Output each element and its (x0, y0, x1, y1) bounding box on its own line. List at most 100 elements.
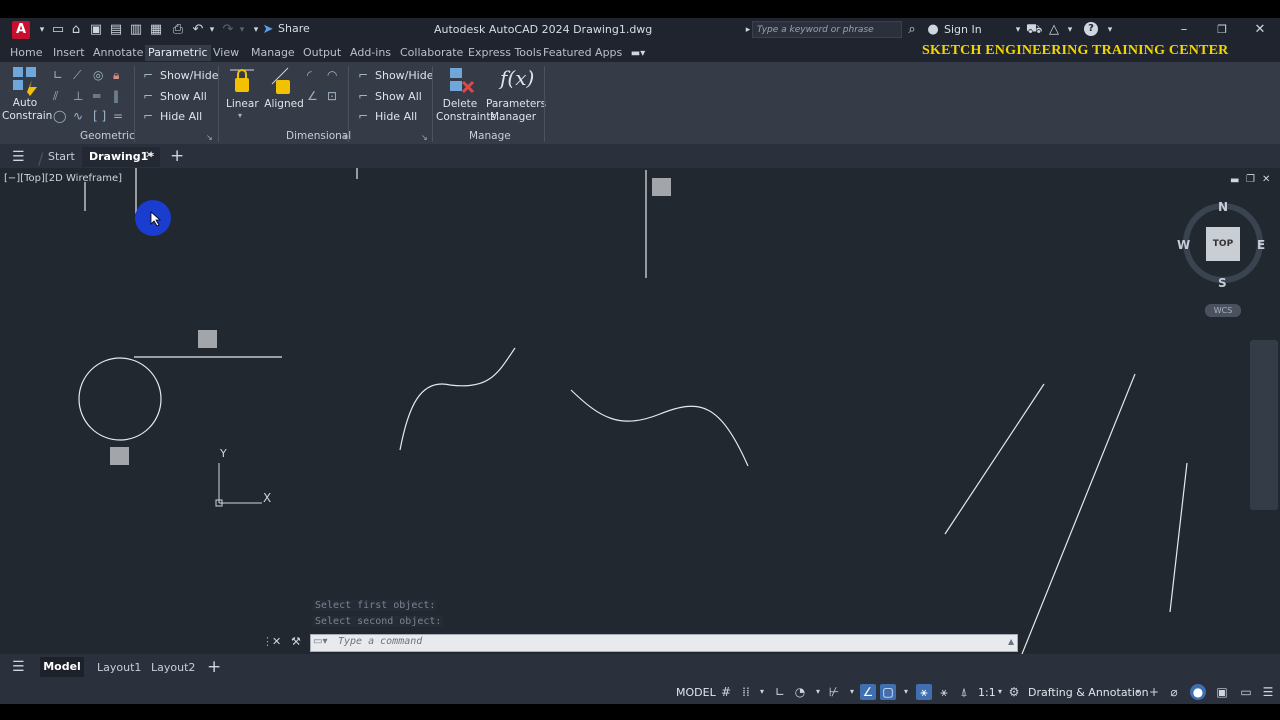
open-file-icon[interactable]: ⌂ (68, 22, 84, 38)
annotation-visibility-icon[interactable]: ⚹ (916, 684, 932, 700)
new-file-icon[interactable]: ▭ (50, 22, 66, 38)
diameter-dim-icon[interactable]: ◠ (327, 69, 337, 81)
search-icon[interactable]: ⌕ (904, 22, 920, 38)
new-tab-icon[interactable]: + (170, 146, 184, 166)
isodraft-icon[interactable]: ⊬ (826, 684, 842, 700)
geometric-settings-icon[interactable]: ↘ (206, 132, 213, 144)
aligned-button[interactable]: Aligned (264, 98, 304, 110)
convert-dim-icon[interactable]: ⊡ (327, 90, 337, 102)
publish-icon[interactable]: ▦ (148, 22, 164, 38)
compass-east[interactable]: E (1257, 238, 1265, 252)
geom-hide-all-button[interactable]: Hide All (160, 110, 202, 123)
undo-dropdown-icon[interactable]: ▾ (204, 22, 220, 38)
tangent-icon[interactable]: ◯ (53, 110, 66, 122)
annotation-scale-icon[interactable]: ⍋ (956, 684, 972, 700)
dimensional-settings-icon[interactable]: ↘ (421, 132, 428, 144)
minimize-icon[interactable]: – (1176, 22, 1192, 38)
snap-dropdown-icon[interactable]: ▾ (754, 684, 770, 700)
tab-insert[interactable]: Insert (50, 45, 88, 61)
navigation-bar[interactable] (1250, 340, 1278, 510)
parameters-manager-button[interactable]: Parameters Manager (486, 98, 546, 124)
geom-show-hide-button[interactable]: Show/Hide (160, 69, 218, 82)
grid-icon[interactable]: # (718, 684, 734, 700)
isodraft-dropdown-icon[interactable]: ▾ (844, 684, 860, 700)
linear-button[interactable]: Linear (226, 98, 259, 110)
help-icon[interactable]: ? (1084, 22, 1098, 36)
workspace-gear-icon[interactable]: ⚙ (1006, 684, 1022, 700)
hardware-acceleration-icon[interactable]: ▣ (1214, 684, 1230, 700)
cart-icon[interactable]: ⛟ (1026, 22, 1042, 38)
object-snap-tracking-icon[interactable]: ∠ (860, 684, 876, 700)
compass-west[interactable]: W (1177, 238, 1190, 252)
fix-icon[interactable]: 🔒︎ (113, 69, 119, 81)
tab-add-ins[interactable]: Add-ins (347, 45, 394, 61)
tab-annotate[interactable]: Annotate (90, 45, 146, 61)
plot-preview-icon[interactable]: ▥ (128, 22, 144, 38)
new-layout-icon[interactable]: + (207, 657, 221, 677)
tab-featured-apps[interactable]: Featured Apps (540, 45, 625, 61)
layout-menu-icon[interactable]: ☰ (12, 659, 25, 675)
close-icon[interactable]: ✕ (1252, 22, 1268, 38)
layout-tab-model[interactable]: Model (40, 657, 84, 677)
dimensional-panel-title[interactable]: Dimensional (286, 130, 351, 142)
help-search-input[interactable]: Type a keyword or phrase (752, 21, 902, 38)
ribbon-display-toggle-icon[interactable]: ▬▾ (630, 46, 646, 62)
command-history-toggle-icon[interactable]: ▲ (1008, 637, 1014, 646)
tab-output[interactable]: Output (300, 45, 344, 61)
annotation-monitor-icon[interactable]: + (1146, 684, 1162, 700)
sign-in-button[interactable]: Sign In (944, 23, 982, 36)
auto-scale-icon[interactable]: ⚹ (936, 684, 952, 700)
app-menu-chevron-icon[interactable]: ▾ (34, 22, 50, 38)
save-icon[interactable]: ▣ (88, 22, 104, 38)
viewcube-top-face[interactable]: TOP (1206, 227, 1240, 261)
linear-dropdown-icon[interactable]: ▾ (238, 110, 242, 122)
layout-tab-layout1[interactable]: Layout1 (97, 661, 141, 674)
tab-view[interactable]: View (210, 45, 242, 61)
autodesk-app-icon[interactable]: △ (1046, 22, 1062, 38)
close-tab-icon[interactable]: ✕ (145, 150, 153, 161)
geom-show-all-button[interactable]: Show All (160, 90, 207, 103)
coincident-icon[interactable]: ∟ (53, 69, 63, 81)
model-space-toggle[interactable]: MODEL (676, 686, 716, 699)
isolate-objects-icon[interactable]: ● (1190, 684, 1206, 700)
perpendicular-icon[interactable]: ⊥ (73, 90, 83, 102)
smooth-icon[interactable]: ∿ (73, 110, 83, 122)
symmetric-icon[interactable]: [ ] (93, 110, 106, 122)
vertical-icon[interactable]: ‖ (113, 90, 119, 102)
app-dropdown-icon[interactable]: ▾ (1062, 22, 1078, 38)
dimensional-dropdown-icon[interactable]: ▾ (344, 132, 348, 144)
tab-home[interactable]: Home (7, 45, 45, 61)
object-snap-dropdown-icon[interactable]: ▾ (898, 684, 914, 700)
clean-screen-icon[interactable]: ▭ (1238, 684, 1254, 700)
wcs-menu[interactable]: WCS (1205, 304, 1241, 317)
help-dropdown-icon[interactable]: ▾ (1102, 22, 1118, 38)
concentric-icon[interactable]: ◎ (93, 69, 103, 81)
angular-dim-icon[interactable]: ∠ (307, 90, 318, 102)
sign-in-dropdown-icon[interactable]: ▾ (1010, 22, 1026, 38)
share-button[interactable]: Share (278, 22, 310, 35)
delete-constraints-button[interactable]: Delete Constraints (436, 98, 496, 124)
workspace-dropdown-icon[interactable]: ▾ (1130, 684, 1146, 700)
command-line-close-icon[interactable]: ✕ (272, 635, 281, 648)
print-icon[interactable]: ⎙ (170, 22, 186, 38)
customization-icon[interactable]: ☰ (1260, 684, 1276, 700)
snap-icon[interactable]: ⁞⁞ (738, 684, 754, 700)
dim-show-hide-button[interactable]: Show/Hide (375, 69, 433, 82)
tab-manage[interactable]: Manage (248, 45, 298, 61)
auto-constrain-button[interactable]: Auto Constrain (2, 97, 52, 123)
equal-icon[interactable]: = (113, 110, 123, 122)
app-logo-icon[interactable]: A (12, 21, 30, 39)
polar-icon[interactable]: ◔ (792, 684, 808, 700)
ortho-icon[interactable]: ∟ (772, 684, 788, 700)
compass-north[interactable]: N (1218, 200, 1228, 214)
dim-show-all-button[interactable]: Show All (375, 90, 422, 103)
layout-tab-layout2[interactable]: Layout2 (151, 661, 195, 674)
compass-south[interactable]: S (1218, 276, 1227, 290)
tab-express-tools[interactable]: Express Tools (465, 45, 545, 61)
file-tab-start[interactable]: Start (48, 150, 75, 163)
restore-icon[interactable]: ❐ (1214, 22, 1230, 38)
units-icon[interactable]: ⌀ (1166, 684, 1182, 700)
object-snap-icon[interactable]: ▢ (880, 684, 896, 700)
save-as-icon[interactable]: ▤ (108, 22, 124, 38)
command-customize-icon[interactable]: ⚒ (291, 635, 301, 648)
